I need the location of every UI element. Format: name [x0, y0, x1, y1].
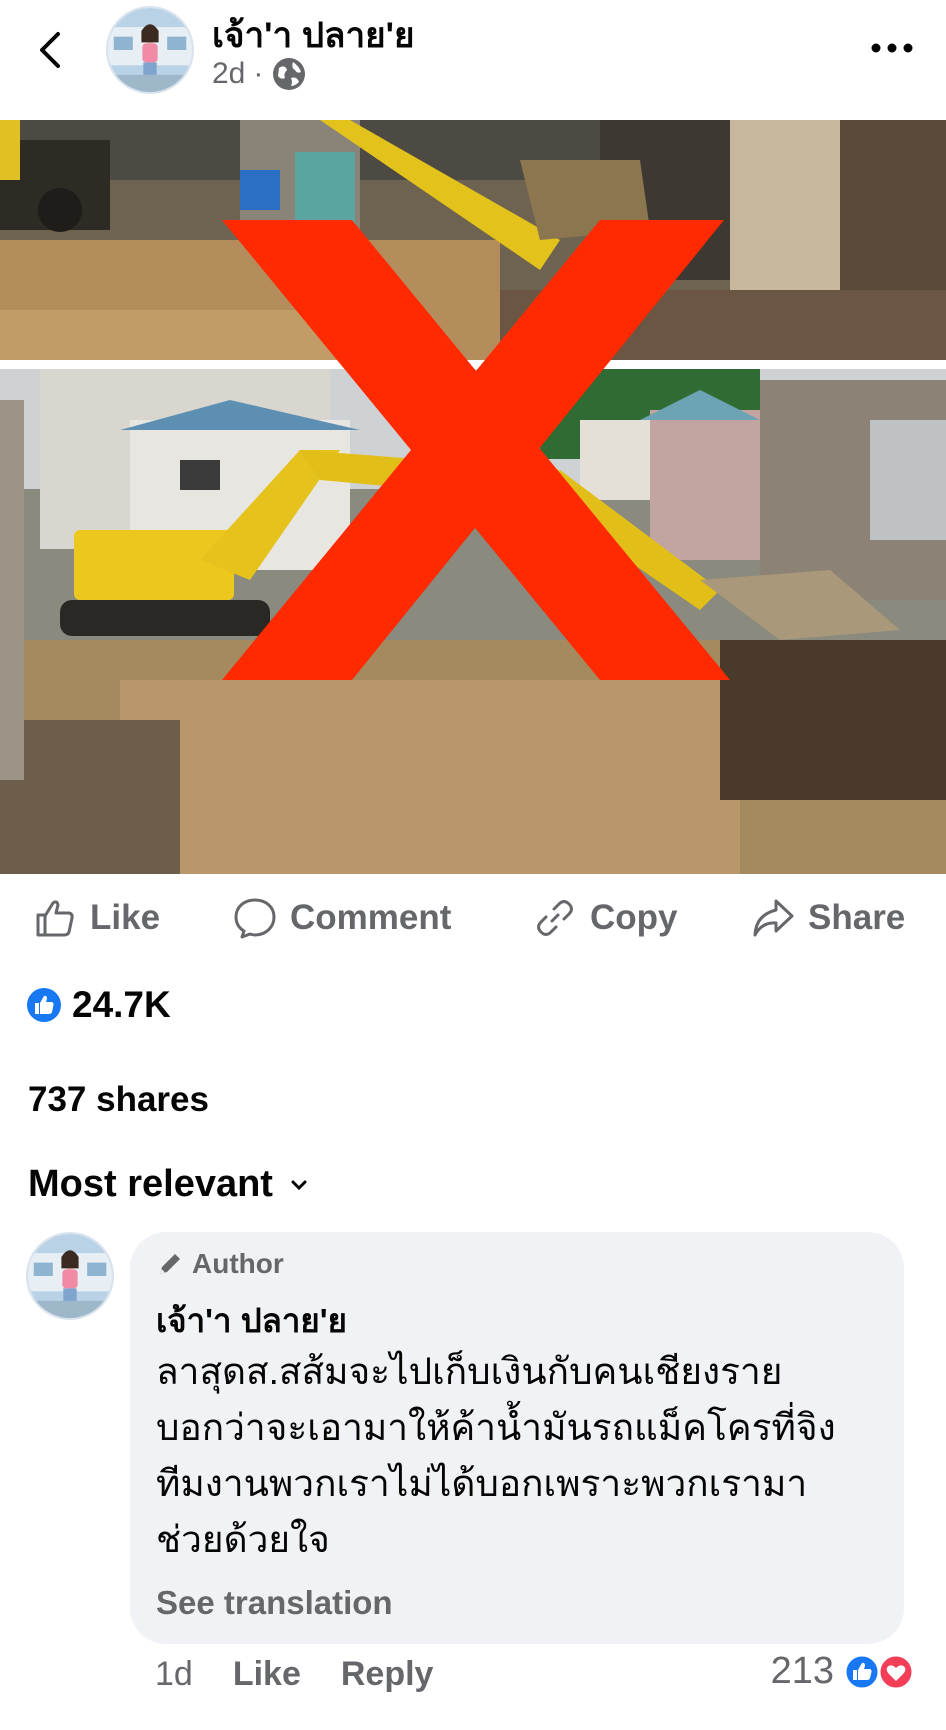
reaction-summary[interactable]: 24.7K	[26, 984, 171, 1026]
chevron-down-icon	[291, 1180, 307, 1190]
comment-like-button[interactable]: Like	[233, 1655, 301, 1694]
top-flood-photo	[0, 120, 946, 360]
post-action-bar: Like Comment Copy Share	[0, 890, 946, 946]
comment-reactions[interactable]: 213	[771, 1650, 916, 1693]
comment-sort-dropdown[interactable]: Most relevant	[28, 1163, 309, 1206]
thumbs-up-icon	[36, 900, 74, 937]
sort-label: Most relevant	[28, 1163, 273, 1205]
pencil-icon	[160, 1254, 180, 1274]
comment-time[interactable]: 1d	[155, 1655, 193, 1694]
post-meta: 2d ·	[212, 56, 307, 92]
copy-label: Copy	[590, 898, 678, 937]
copy-button[interactable]: Copy	[532, 890, 678, 946]
comment-reaction-count: 213	[770, 1650, 834, 1692]
comment-bubble[interactable]: Author เจ้า'า ปลาย'ย ลาสุดส.สส้มจะไปเก็บ…	[130, 1232, 904, 1644]
meta-separator: ·	[253, 57, 264, 90]
like-button[interactable]: Like	[32, 890, 160, 946]
author-name[interactable]: เจ้า'า ปลาย'ย	[212, 8, 414, 63]
comment-line: บอกว่าจะเอามาให้ค้าน้ำมันรถแม็คโครที่จิง	[156, 1407, 836, 1448]
comment-line: ทีมงานพวกเราไม่ได้บอกเพราะพวกเรามา	[156, 1463, 808, 1504]
comment-line: ช่วยด้วยใจ	[156, 1519, 330, 1560]
facebook-post-page: เจ้า'า ปลาย'ย 2d · Like Comment Copy Sha…	[0, 0, 946, 1730]
comment-label: Comment	[290, 898, 452, 937]
post-header: เจ้า'า ปลาย'ย 2d ·	[0, 0, 946, 120]
reaction-count: 24.7K	[72, 984, 171, 1025]
comment-line: ลาสุดส.สส้มจะไปเก็บเงินกับคนเชียงราย	[156, 1351, 783, 1392]
like-reaction-icon	[27, 988, 61, 1022]
like-label: Like	[90, 898, 161, 937]
globe-icon	[273, 58, 306, 90]
comment-bubble-icon	[234, 898, 276, 939]
post-time[interactable]: 2d	[212, 57, 245, 91]
comment-button[interactable]: Comment	[232, 890, 451, 946]
link-icon	[537, 900, 573, 936]
author-avatar[interactable]	[106, 6, 194, 94]
author-badge: Author	[156, 1248, 284, 1280]
author-badge-label: Author	[192, 1248, 284, 1279]
commenter-name[interactable]: เจ้า'า ปลาย'ย	[156, 1294, 347, 1347]
share-label: Share	[808, 898, 906, 937]
shares-count[interactable]: 737 shares	[28, 1080, 209, 1120]
share-arrow-icon	[753, 899, 794, 937]
comment-text: ลาสุดส.สส้มจะไปเก็บเงินกับคนเชียงราย บอก…	[156, 1344, 886, 1568]
post-photo[interactable]	[0, 120, 946, 874]
more-dots-icon[interactable]	[870, 40, 914, 56]
see-translation-link[interactable]: See translation	[156, 1584, 393, 1622]
share-button[interactable]: Share	[750, 890, 905, 946]
comment-reply-button[interactable]: Reply	[341, 1655, 434, 1694]
commenter-avatar[interactable]	[26, 1232, 114, 1320]
back-chevron-icon[interactable]	[30, 28, 74, 72]
like-love-reaction-icons	[843, 1653, 915, 1690]
comment-footer: 1d Like Reply	[155, 1655, 433, 1694]
